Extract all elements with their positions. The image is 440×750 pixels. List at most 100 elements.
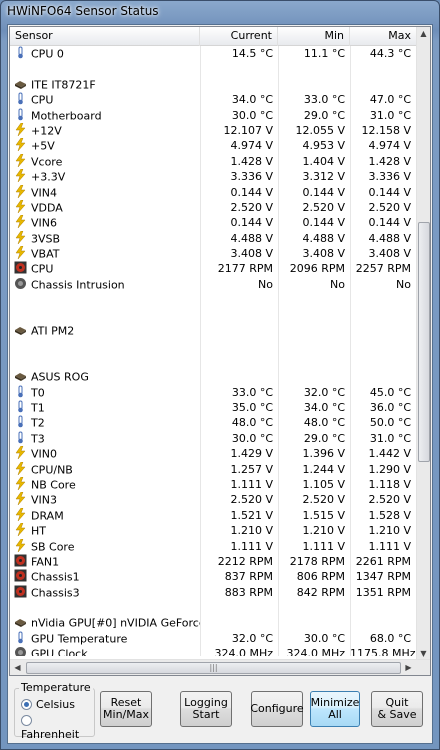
current-value: 2.520 V bbox=[230, 493, 273, 507]
scroll-left-icon[interactable]: ◀ bbox=[11, 661, 24, 675]
current-value: 1.111 V bbox=[230, 539, 273, 553]
sensor-name-cell: CPU 0 bbox=[10, 46, 200, 61]
current-value: 33.0 °C bbox=[231, 385, 273, 399]
sensor-row[interactable]: CPU/NB 1.257 V 1.244 V 1.290 V bbox=[10, 461, 417, 477]
sensor-row[interactable]: Motherboard 30.0 °C 29.0 °C 31.0 °C bbox=[10, 108, 417, 123]
min-value: 324.0 MHz bbox=[286, 647, 345, 656]
sensor-row[interactable]: T0 33.0 °C 32.0 °C 45.0 °C bbox=[10, 385, 417, 400]
chip-icon bbox=[14, 370, 31, 383]
chip-icon bbox=[14, 78, 31, 91]
logging-start-button[interactable]: Logging Start bbox=[180, 691, 232, 727]
column-header-min[interactable]: Min bbox=[278, 27, 350, 46]
max-value: 1347 RPM bbox=[355, 570, 411, 584]
blank-row bbox=[10, 292, 417, 307]
sensor-row[interactable]: 3VSB 4.488 V 4.488 V 4.488 V bbox=[10, 230, 417, 246]
reset-min-max-button[interactable]: Reset Min/Max bbox=[100, 691, 152, 727]
sensor-row[interactable]: VDDA 2.520 V 2.520 V 2.520 V bbox=[10, 199, 417, 215]
quit-save-button[interactable]: Quit & Save bbox=[371, 691, 423, 727]
sensor-row[interactable]: Vcore 1.428 V 1.404 V 1.428 V bbox=[10, 153, 417, 169]
lightning-icon bbox=[14, 476, 31, 491]
max-value: 1.528 V bbox=[368, 508, 411, 522]
sensor-group-row[interactable]: ASUS ROG bbox=[10, 369, 417, 384]
celsius-radio[interactable] bbox=[21, 699, 32, 710]
max-value: 1.118 V bbox=[368, 477, 411, 491]
fahrenheit-option[interactable]: Fahrenheit bbox=[21, 714, 94, 741]
sensor-group-row[interactable]: nVidia GPU[#0] nVIDIA GeForce GT... bbox=[10, 615, 417, 630]
sensor-list[interactable]: Sensor Current Min Max CPU 0 14.5 °C 11.1 … bbox=[9, 26, 431, 676]
sensor-row[interactable]: CPU 0 14.5 °C 11.1 °C 44.3 °C bbox=[10, 46, 417, 61]
sensor-row[interactable]: NB Core 1.111 V 1.105 V 1.118 V bbox=[10, 476, 417, 492]
min-value: 33.0 °C bbox=[303, 93, 345, 107]
current-value: 1.429 V bbox=[230, 447, 273, 461]
sensor-name-cell: Vcore bbox=[10, 153, 200, 169]
sensor-label: NB Core bbox=[31, 478, 76, 492]
vertical-scroll-thumb[interactable] bbox=[418, 222, 430, 462]
horizontal-scrollbar[interactable]: ◀ ||| ▶ bbox=[10, 659, 430, 675]
minimize-all-button[interactable]: Minimize All bbox=[310, 691, 360, 727]
column-header-sensor[interactable]: Sensor bbox=[10, 27, 200, 46]
sensor-label: +12V bbox=[31, 124, 62, 138]
bottom-panel: Temperature Celsius Fahrenheit Reset Min… bbox=[8, 678, 432, 744]
max-value: 31.0 °C bbox=[369, 108, 411, 122]
sensor-name-cell: GPU Temperature bbox=[10, 631, 200, 646]
sensor-group-row[interactable]: ATI PM2 bbox=[10, 323, 417, 338]
sensor-row[interactable]: CPU 34.0 °C 33.0 °C 47.0 °C bbox=[10, 92, 417, 107]
column-header-max[interactable]: Max bbox=[350, 27, 417, 46]
lightning-icon bbox=[14, 138, 31, 152]
current-value: 14.5 °C bbox=[231, 47, 273, 60]
sensor-row[interactable]: SB Core 1.111 V 1.111 V 1.111 V bbox=[10, 538, 417, 554]
sensor-label: 3VSB bbox=[31, 231, 61, 245]
lightning-icon bbox=[14, 230, 31, 245]
sensor-row[interactable]: T2 48.0 °C 48.0 °C 50.0 °C bbox=[10, 415, 417, 430]
lightning-icon bbox=[14, 523, 31, 537]
sensor-row[interactable]: T1 35.0 °C 34.0 °C 36.0 °C bbox=[10, 400, 417, 415]
sensor-row[interactable]: T3 30.0 °C 29.0 °C 31.0 °C bbox=[10, 431, 417, 446]
configure-button[interactable]: Configure bbox=[250, 691, 304, 727]
sensor-row[interactable]: VIN6 0.144 V 0.144 V 0.144 V bbox=[10, 215, 417, 230]
max-value: 44.3 °C bbox=[369, 47, 411, 60]
sensor-row[interactable]: VBAT 3.408 V 3.408 V 3.408 V bbox=[10, 246, 417, 261]
lightning-icon bbox=[14, 461, 31, 476]
fahrenheit-radio[interactable] bbox=[21, 715, 32, 726]
sensor-row[interactable]: VIN4 0.144 V 0.144 V 0.144 V bbox=[10, 184, 417, 200]
horizontal-scroll-thumb[interactable]: ||| bbox=[26, 662, 401, 674]
thermometer-icon bbox=[14, 92, 31, 106]
sensor-row[interactable]: FAN1 2212 RPM 2178 RPM 2261 RPM bbox=[10, 554, 417, 569]
sensor-name-cell: DRAM bbox=[10, 507, 200, 523]
current-value: 837 RPM bbox=[224, 570, 273, 584]
sensor-row[interactable]: VIN3 2.520 V 2.520 V 2.520 V bbox=[10, 492, 417, 507]
sensor-group-row[interactable]: ITE IT8721F bbox=[10, 77, 417, 92]
sensor-row[interactable]: CPU 2177 RPM 2096 RPM 2257 RPM bbox=[10, 261, 417, 276]
sensor-row[interactable]: HT 1.210 V 1.210 V 1.210 V bbox=[10, 523, 417, 538]
sensor-row[interactable]: VIN0 1.429 V 1.396 V 1.442 V bbox=[10, 446, 417, 461]
sensor-row[interactable]: GPU Clock 324.0 MHz 324.0 MHz 1175.8 MHz bbox=[10, 646, 417, 656]
sensor-label: VDDA bbox=[31, 201, 63, 215]
max-value: No bbox=[396, 277, 411, 291]
current-value: 3.408 V bbox=[230, 247, 273, 261]
scroll-up-icon[interactable]: ▲ bbox=[417, 27, 430, 41]
sensor-label: T3 bbox=[31, 432, 45, 446]
max-value: 4.974 V bbox=[368, 139, 411, 153]
min-value: 32.0 °C bbox=[303, 385, 345, 399]
sensor-row[interactable]: +12V 12.107 V 12.055 V 12.158 V bbox=[10, 122, 417, 138]
current-value: 30.0 °C bbox=[231, 431, 273, 445]
sensor-name-cell: T2 bbox=[10, 415, 200, 430]
sensor-row[interactable]: Chassis Intrusion No No No bbox=[10, 277, 417, 292]
sensor-name-cell: VDDA bbox=[10, 199, 200, 215]
sensor-row[interactable]: +5V 4.974 V 4.953 V 4.974 V bbox=[10, 138, 417, 153]
sensor-row[interactable]: DRAM 1.521 V 1.515 V 1.528 V bbox=[10, 507, 417, 523]
min-value: No bbox=[330, 277, 345, 291]
sensor-row[interactable]: Chassis3 883 RPM 842 RPM 1351 RPM bbox=[10, 585, 417, 600]
max-value: 4.488 V bbox=[368, 231, 411, 245]
min-value: 0.144 V bbox=[302, 185, 345, 199]
sensor-row[interactable]: Chassis1 837 RPM 806 RPM 1347 RPM bbox=[10, 569, 417, 584]
vertical-scrollbar[interactable]: ▲ ▼ bbox=[416, 27, 430, 661]
sensor-name-cell: VIN0 bbox=[10, 446, 200, 461]
column-header-current[interactable]: Current bbox=[200, 27, 278, 46]
sensor-row[interactable]: +3.3V 3.336 V 3.312 V 3.336 V bbox=[10, 169, 417, 184]
max-value: 2257 RPM bbox=[355, 262, 411, 276]
celsius-option[interactable]: Celsius bbox=[21, 698, 75, 712]
scroll-right-icon[interactable]: ▶ bbox=[402, 661, 415, 675]
sensor-label: Vcore bbox=[31, 155, 63, 169]
sensor-row[interactable]: GPU Temperature 32.0 °C 30.0 °C 68.0 °C bbox=[10, 631, 417, 646]
